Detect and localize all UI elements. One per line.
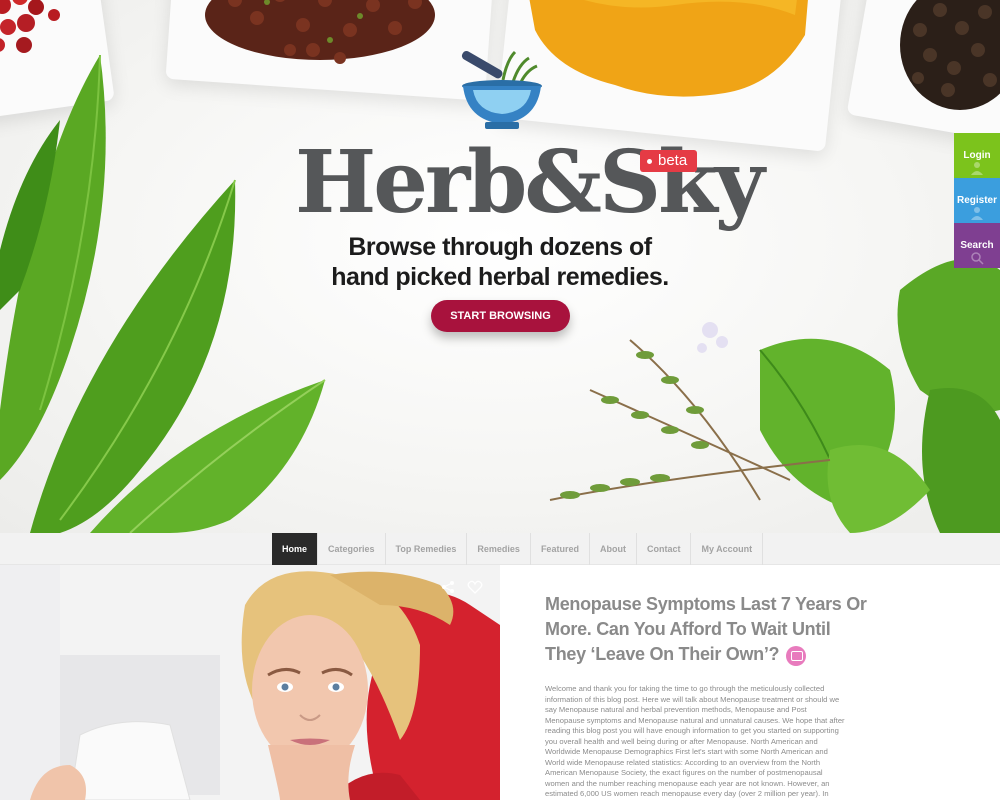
nav-item-featured[interactable]: Featured bbox=[531, 533, 590, 565]
nav-item-about[interactable]: About bbox=[590, 533, 637, 565]
register-label: Register bbox=[956, 195, 997, 206]
nav-item-remedies[interactable]: Remedies bbox=[467, 533, 531, 565]
start-browsing-button[interactable]: START BROWSING bbox=[431, 300, 570, 332]
hero-banner: Herb&Sky beta Browse through dozens of h… bbox=[0, 0, 1000, 533]
heart-icon[interactable] bbox=[467, 579, 483, 595]
user-icon bbox=[971, 207, 983, 220]
login-tab[interactable]: Login bbox=[954, 133, 1000, 178]
hero-tagline: Browse through dozens of hand picked her… bbox=[300, 232, 700, 292]
tagline-line: hand picked herbal remedies. bbox=[331, 263, 669, 291]
nav-item-categories[interactable]: Categories bbox=[318, 533, 386, 565]
beta-badge: beta bbox=[640, 150, 698, 172]
user-icon bbox=[971, 162, 983, 175]
post-excerpt: Welcome and thank you for taking the tim… bbox=[545, 684, 845, 800]
post-featured-image[interactable] bbox=[0, 565, 500, 800]
register-tab[interactable]: Register bbox=[954, 178, 1000, 223]
main-navigation: Home Categories Top Remedies Remedies Fe… bbox=[0, 533, 1000, 565]
image-icon bbox=[786, 646, 806, 666]
fresh-herbs-image bbox=[549, 258, 1000, 533]
nav-item-my-account[interactable]: My Account bbox=[691, 533, 764, 565]
nav-item-top-remedies[interactable]: Top Remedies bbox=[386, 533, 468, 565]
share-icon[interactable] bbox=[441, 580, 455, 594]
tagline-line: Browse through dozens of bbox=[348, 233, 652, 261]
woman-portrait-image bbox=[0, 565, 500, 800]
search-label: Search bbox=[960, 240, 994, 251]
nav-item-contact[interactable]: Contact bbox=[637, 533, 692, 565]
search-tab[interactable]: Search bbox=[954, 223, 1000, 268]
nav-menu: Home Categories Top Remedies Remedies Fe… bbox=[272, 533, 764, 565]
green-leaves-image bbox=[0, 54, 326, 533]
post-title[interactable]: Menopause Symptoms Last 7 Years Or More.… bbox=[545, 592, 875, 667]
search-icon bbox=[971, 252, 984, 265]
nav-item-home[interactable]: Home bbox=[272, 533, 319, 565]
login-label: Login bbox=[963, 150, 991, 161]
turmeric-powder-image bbox=[529, 0, 808, 97]
mortar-pestle-logo-icon bbox=[461, 50, 542, 129]
black-pepper-image bbox=[900, 0, 1000, 110]
